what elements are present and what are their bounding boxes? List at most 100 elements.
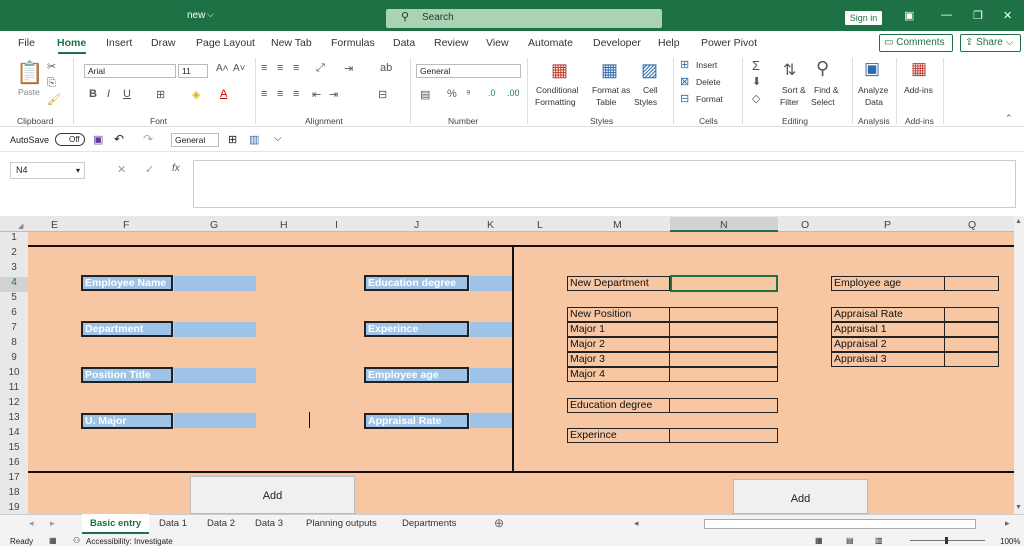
zoom-slider-thumb[interactable] — [945, 537, 948, 544]
col-header-h[interactable]: H — [280, 219, 288, 231]
table-icon[interactable]: ⊞ — [228, 133, 237, 146]
col-header-p[interactable]: P — [884, 219, 891, 231]
share-button[interactable]: ⇪ Share ⌵ — [960, 34, 1021, 52]
add-sheet-icon[interactable]: ⊕ — [494, 516, 504, 530]
menu-review[interactable]: Review — [434, 37, 468, 49]
menu-view[interactable]: View — [486, 37, 509, 49]
delete-cells-label[interactable]: Delete — [696, 77, 721, 87]
row-header[interactable]: 6 — [0, 307, 28, 322]
underline-icon[interactable]: U — [123, 88, 131, 100]
employee-age-value[interactable] — [944, 276, 999, 291]
row-header[interactable]: 18 — [0, 487, 28, 502]
sign-in-button[interactable]: Sign in — [845, 11, 882, 25]
qat-format-dropdown[interactable]: General — [171, 133, 219, 147]
increase-indent-icon[interactable]: ⇥ — [329, 88, 338, 101]
collapse-ribbon-icon[interactable]: ⌃ — [1005, 113, 1013, 124]
new-position-value[interactable] — [669, 307, 778, 322]
page-break-view-icon[interactable]: ▥ — [875, 536, 883, 545]
row-header[interactable]: 11 — [0, 382, 28, 397]
row-header[interactable]: 2 — [0, 247, 28, 262]
close-icon[interactable]: ✕ — [1003, 9, 1012, 22]
col-header-q[interactable]: Q — [968, 219, 976, 231]
decrease-decimal-icon[interactable]: .00 — [507, 88, 520, 98]
row-header[interactable]: 3 — [0, 262, 28, 277]
col-header-o[interactable]: O — [801, 219, 809, 231]
ribbon-display-icon[interactable]: ▣ — [904, 9, 914, 22]
major-1-value[interactable] — [669, 322, 778, 337]
format-cells-label[interactable]: Format — [696, 94, 723, 104]
save-icon[interactable]: ▣ — [93, 133, 103, 146]
appraisal-3-value[interactable] — [944, 352, 999, 367]
col-header-e[interactable]: E — [51, 219, 58, 231]
minimize-icon[interactable]: — — [941, 9, 952, 21]
formula-input[interactable] — [193, 160, 1016, 208]
col-header-k[interactable]: K — [487, 219, 494, 231]
row-header[interactable]: 5 — [0, 292, 28, 307]
align-left-icon[interactable]: ≡ — [261, 88, 267, 100]
zoom-level[interactable]: 100% — [1000, 537, 1020, 546]
accessibility-icon[interactable]: ⚇ — [73, 536, 80, 545]
sort-filter-icon[interactable]: ⇅ — [783, 60, 796, 80]
menu-insert[interactable]: Insert — [106, 37, 132, 49]
undo-icon[interactable]: ↶ — [114, 132, 124, 146]
font-color-icon[interactable]: A — [220, 88, 227, 100]
cancel-entry-icon[interactable]: ✕ — [117, 163, 126, 176]
experince-value[interactable] — [669, 428, 778, 443]
copy-icon[interactable]: ⎘ — [47, 77, 56, 90]
find-label-1[interactable]: Find & — [814, 85, 839, 95]
restore-icon[interactable]: ❐ — [973, 9, 983, 22]
menu-power-pivot[interactable]: Power Pivot — [701, 37, 757, 49]
find-select-icon[interactable]: ⚲ — [816, 58, 829, 79]
analyze-label-2[interactable]: Data — [865, 97, 883, 107]
col-header-j[interactable]: J — [414, 219, 419, 231]
employee-name-input[interactable] — [174, 276, 256, 291]
prev-sheet-icon[interactable]: ◂ — [29, 518, 34, 529]
confirm-entry-icon[interactable]: ✓ — [145, 163, 154, 176]
appraisal-rate-value[interactable] — [944, 307, 999, 322]
menu-file[interactable]: File — [18, 37, 35, 49]
major-2-value[interactable] — [669, 337, 778, 352]
merge-center-icon[interactable]: ⊟ — [378, 88, 387, 101]
name-box[interactable]: N4 ▾ — [10, 162, 85, 179]
major-3-value[interactable] — [669, 352, 778, 367]
appraisal-1-value[interactable] — [944, 322, 999, 337]
appraisal-2-value[interactable] — [944, 337, 999, 352]
format-cells-icon[interactable]: ⊟ — [680, 92, 689, 105]
cut-icon[interactable]: ✂ — [47, 60, 56, 73]
bold-icon[interactable]: B — [89, 88, 97, 100]
customize-qat-icon[interactable]: ⌵ — [274, 133, 282, 144]
education-degree-value[interactable] — [669, 398, 778, 413]
scroll-down-icon[interactable]: ▼ — [1015, 504, 1022, 511]
position-title-input[interactable] — [174, 368, 256, 383]
add-ins-icon[interactable]: ▦ — [911, 59, 927, 79]
add-ins-label[interactable]: Add-ins — [904, 85, 933, 95]
menu-formulas[interactable]: Formulas — [331, 37, 375, 49]
menu-draw[interactable]: Draw — [151, 37, 176, 49]
align-bottom-icon[interactable]: ≡ — [293, 62, 299, 74]
sheet-tab-departments[interactable]: Departments — [402, 518, 456, 529]
italic-icon[interactable]: I — [107, 88, 110, 100]
indent-icon[interactable]: ⇥ — [344, 62, 353, 75]
format-painter-icon[interactable]: 🖌 — [47, 93, 61, 106]
row-header[interactable]: 7 — [0, 322, 28, 337]
comments-button[interactable]: ▭ Comments — [879, 34, 953, 52]
scroll-right-icon[interactable]: ▸ — [1005, 518, 1010, 529]
delete-cells-icon[interactable]: ⊠ — [680, 75, 689, 88]
orientation-icon[interactable]: ⤢ — [316, 62, 325, 75]
add-button-left[interactable]: Add — [190, 476, 355, 514]
search-box[interactable]: ⚲ Search — [386, 9, 662, 28]
horizontal-scroll-thumb[interactable] — [704, 519, 976, 529]
fill-color-icon[interactable]: ◈ — [192, 88, 200, 101]
comma-icon[interactable]: ⁹ — [466, 88, 471, 100]
scroll-left-icon[interactable]: ◂ — [634, 518, 639, 529]
accounting-icon[interactable]: ▤ — [420, 88, 430, 101]
autosave-toggle[interactable]: Off — [55, 133, 85, 146]
insert-cells-label[interactable]: Insert — [696, 60, 717, 70]
row-header[interactable]: 17 — [0, 472, 28, 487]
normal-view-icon[interactable]: ▦ — [815, 536, 823, 545]
department-input[interactable] — [174, 322, 256, 337]
major-4-value[interactable] — [669, 367, 778, 382]
redo-icon[interactable]: ↷ — [143, 132, 153, 146]
font-name-dropdown[interactable]: Arial — [84, 64, 176, 78]
sheet-tab-data-3[interactable]: Data 3 — [255, 518, 283, 529]
